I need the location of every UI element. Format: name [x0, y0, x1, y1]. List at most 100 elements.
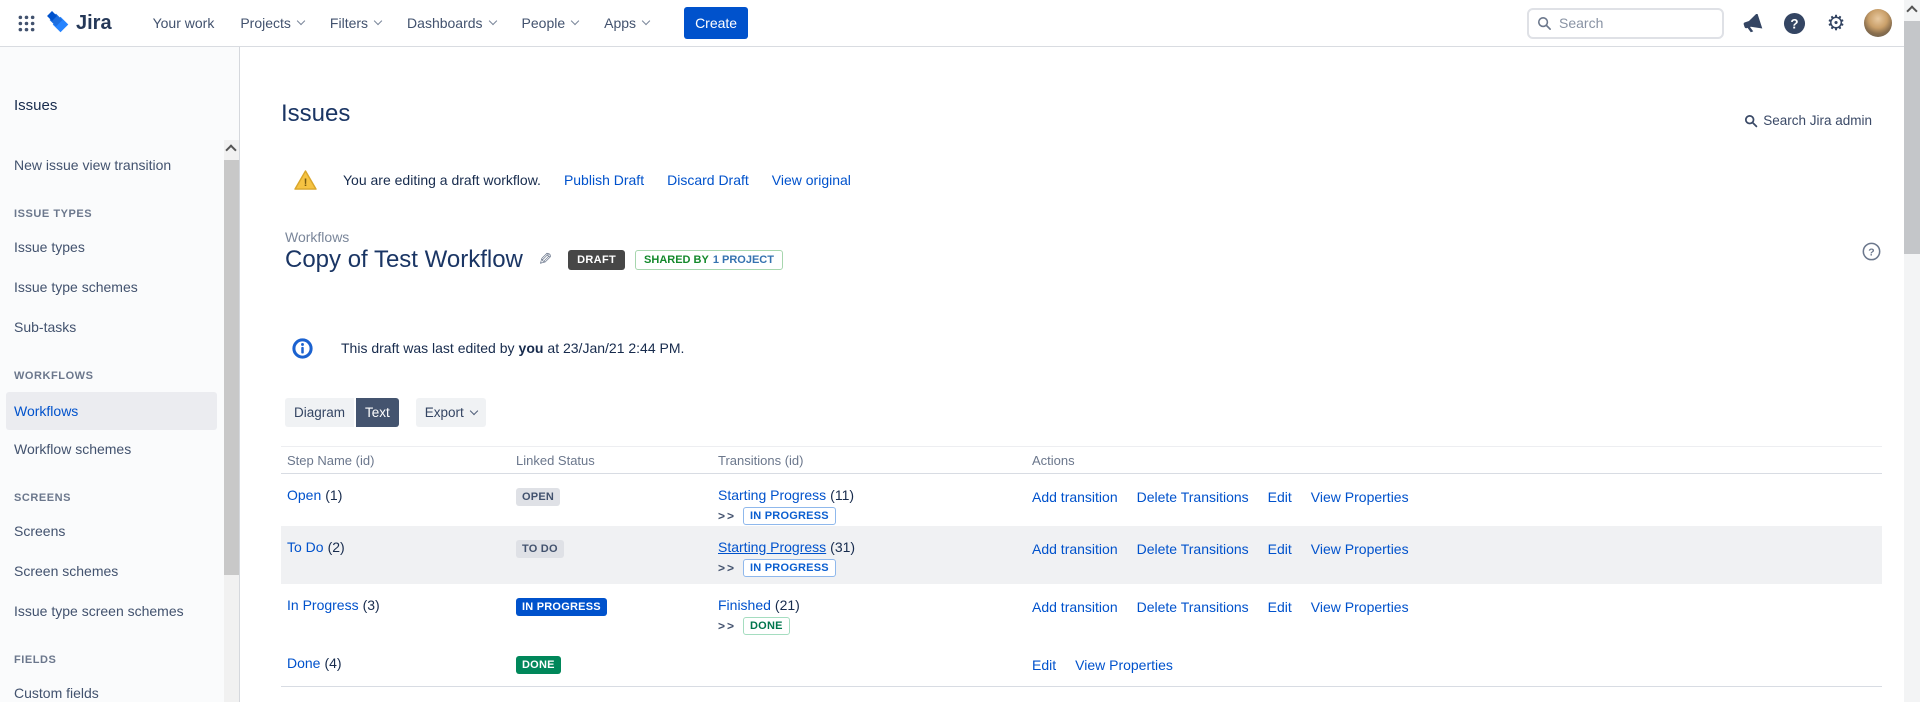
chevron-down-icon	[642, 17, 650, 25]
grid-dots-icon	[18, 15, 35, 32]
delete-transitions-link[interactable]: Delete Transitions	[1137, 489, 1249, 505]
view-properties-link[interactable]: View Properties	[1311, 541, 1409, 557]
sidebar-item-workflows-selected[interactable]: Workflows	[6, 392, 217, 430]
sidebar-item-custom-fields[interactable]: Custom fields	[14, 685, 99, 701]
step-link[interactable]: Open	[287, 487, 321, 503]
discard-draft-link[interactable]: Discard Draft	[667, 172, 749, 188]
view-properties-link[interactable]: View Properties	[1311, 489, 1409, 505]
global-search-input[interactable]	[1559, 15, 1714, 31]
transition-link[interactable]: Finished	[718, 597, 771, 613]
draft-warning-text: You are editing a draft workflow.	[343, 172, 541, 188]
search-icon	[1537, 16, 1552, 31]
edit-link[interactable]: Edit	[1032, 657, 1056, 673]
transition-link[interactable]: Starting Progress	[718, 487, 826, 503]
col-linked-status: Linked Status	[510, 453, 712, 468]
svg-text:?: ?	[1868, 247, 1874, 258]
nav-projects[interactable]: Projects	[227, 0, 317, 46]
status-lozenge: IN PROGRESS	[516, 598, 607, 616]
target-status-lozenge: IN PROGRESS	[743, 507, 836, 525]
sidebar-section-screens: SCREENS	[14, 492, 71, 504]
table-row: Open(1) OPEN Starting Progress(11) >>IN …	[281, 474, 1882, 526]
jira-logo[interactable]: Jira	[47, 11, 112, 35]
sidebar-scrollbar[interactable]	[224, 140, 239, 702]
feedback-megaphone-icon[interactable]	[1738, 9, 1766, 37]
edit-link[interactable]: Edit	[1268, 541, 1292, 557]
global-search-box[interactable]	[1527, 8, 1724, 39]
shared-by-badge[interactable]: SHARED BY 1 PROJECT	[635, 250, 783, 270]
sidebar-item-screen-schemes[interactable]: Screen schemes	[14, 563, 118, 579]
export-button[interactable]: Export	[416, 398, 486, 427]
sidebar-section-issue-types: ISSUE TYPES	[14, 208, 92, 220]
transition-arrow: >>	[718, 509, 736, 523]
nav-filters[interactable]: Filters	[317, 0, 394, 46]
workflow-title: Copy of Test Workflow	[285, 246, 523, 274]
last-edited-info: This draft was last edited by you at 23/…	[292, 337, 684, 359]
user-avatar[interactable]	[1864, 9, 1892, 37]
workflow-title-row: Copy of Test Workflow ✎ DRAFT SHARED BY …	[285, 246, 783, 274]
nav-apps[interactable]: Apps	[591, 0, 662, 46]
sidebar-item-issue-type-schemes[interactable]: Issue type schemes	[14, 279, 138, 295]
sidebar-scrollbar-thumb[interactable]	[224, 160, 239, 575]
sidebar-item-issue-types[interactable]: Issue types	[14, 239, 85, 255]
help-icon[interactable]: ?	[1780, 9, 1808, 37]
view-properties-link[interactable]: View Properties	[1075, 657, 1173, 673]
create-button[interactable]: Create	[684, 7, 748, 39]
sidebar-item-sub-tasks[interactable]: Sub-tasks	[14, 319, 76, 335]
scroll-up-icon[interactable]	[225, 144, 236, 155]
sidebar-item-issue-type-screen-schemes[interactable]: Issue type screen schemes	[14, 603, 184, 619]
settings-gear-icon[interactable]: ⚙	[1822, 9, 1850, 37]
add-transition-link[interactable]: Add transition	[1032, 489, 1118, 505]
delete-transitions-link[interactable]: Delete Transitions	[1137, 599, 1249, 615]
page-title: Issues	[281, 100, 350, 128]
draft-badge: DRAFT	[568, 250, 625, 270]
chevron-down-icon	[571, 17, 579, 25]
shared-projects-link[interactable]: 1 PROJECT	[713, 254, 774, 266]
sidebar-section-workflows: WORKFLOWS	[14, 370, 94, 382]
search-jira-admin-link[interactable]: Search Jira admin	[1744, 113, 1872, 128]
edit-link[interactable]: Edit	[1268, 599, 1292, 615]
status-lozenge: DONE	[516, 656, 561, 674]
chevron-down-icon	[470, 406, 478, 414]
nav-people[interactable]: People	[509, 0, 592, 46]
search-icon	[1744, 114, 1758, 128]
step-link[interactable]: To Do	[287, 539, 324, 555]
page-scrollbar-thumb[interactable]	[1904, 21, 1920, 254]
warning-icon: !	[294, 170, 317, 191]
delete-transitions-link[interactable]: Delete Transitions	[1137, 541, 1249, 557]
table-row: Done(4) DONE Edit View Properties	[281, 642, 1882, 687]
scroll-up-icon[interactable]	[1906, 5, 1917, 16]
table-header: Step Name (id) Linked Status Transitions…	[281, 446, 1882, 474]
draft-warning-banner: ! You are editing a draft workflow. Publ…	[294, 167, 851, 193]
page-help-icon[interactable]: ?	[1862, 242, 1881, 266]
col-actions: Actions	[1026, 453, 1882, 468]
jira-logo-text: Jira	[76, 12, 112, 35]
text-view-button[interactable]: Text	[356, 398, 399, 427]
edit-link[interactable]: Edit	[1268, 489, 1292, 505]
status-lozenge: TO DO	[516, 540, 564, 558]
transition-link[interactable]: Starting Progress	[718, 539, 826, 555]
main-content: Issues Search Jira admin ! You are editi…	[240, 47, 1904, 702]
sidebar-item-new-issue-view-transition[interactable]: New issue view transition	[14, 157, 171, 173]
view-original-link[interactable]: View original	[772, 172, 851, 188]
jira-mark-icon	[47, 11, 71, 35]
workflow-steps-table: Step Name (id) Linked Status Transitions…	[281, 446, 1882, 687]
nav-your-work[interactable]: Your work	[140, 0, 228, 46]
edit-pencil-icon[interactable]: ✎	[538, 250, 552, 270]
view-properties-link[interactable]: View Properties	[1311, 599, 1409, 615]
sidebar-section-fields: FIELDS	[14, 654, 56, 666]
step-link[interactable]: In Progress	[287, 597, 359, 613]
step-link[interactable]: Done	[287, 655, 320, 671]
page-scrollbar[interactable]	[1904, 0, 1920, 702]
svg-text:!: !	[304, 177, 308, 189]
sidebar-item-screens[interactable]: Screens	[14, 523, 65, 539]
breadcrumb-workflows[interactable]: Workflows	[285, 229, 349, 245]
add-transition-link[interactable]: Add transition	[1032, 541, 1118, 557]
nav-dashboards[interactable]: Dashboards	[394, 0, 509, 46]
chevron-down-icon	[488, 17, 496, 25]
app-switcher-icon[interactable]	[13, 10, 39, 36]
col-step-name: Step Name (id)	[281, 453, 510, 468]
add-transition-link[interactable]: Add transition	[1032, 599, 1118, 615]
publish-draft-link[interactable]: Publish Draft	[564, 172, 644, 188]
sidebar-item-workflow-schemes[interactable]: Workflow schemes	[14, 441, 131, 457]
diagram-view-button[interactable]: Diagram	[285, 398, 354, 427]
